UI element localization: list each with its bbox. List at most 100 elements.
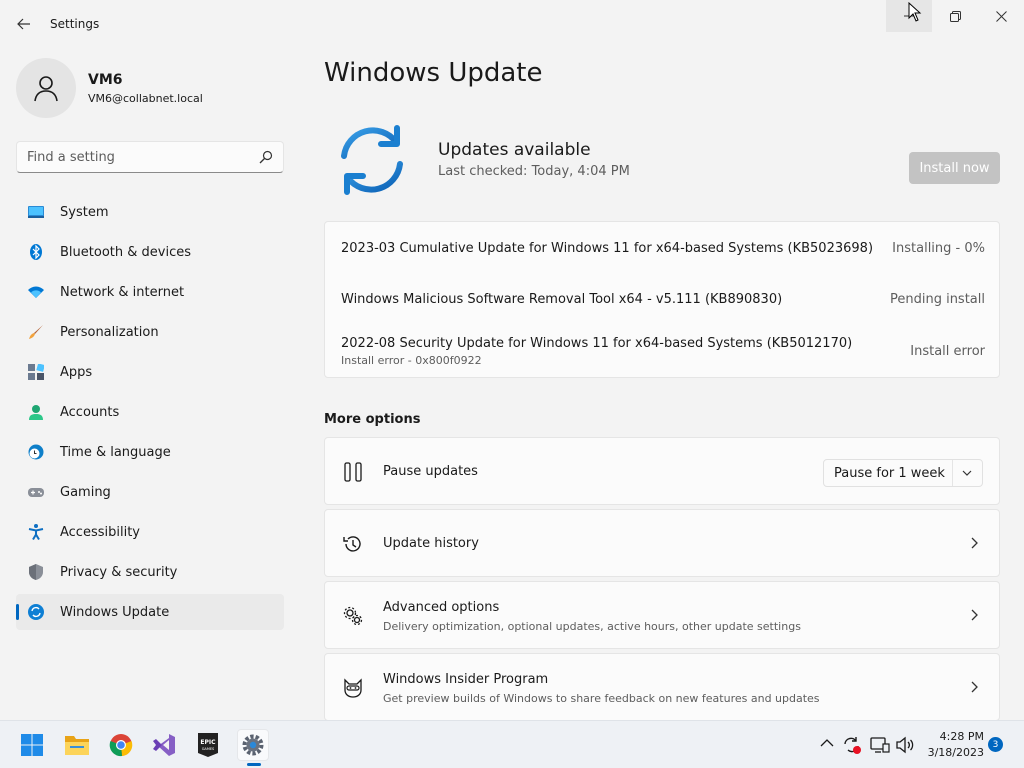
search-placeholder: Find a setting [27, 150, 115, 165]
profile-email: VM6@collabnet.local [88, 91, 203, 105]
sidebar-item-label: Bluetooth & devices [60, 245, 191, 260]
sidebar-item-windows-update[interactable]: Windows Update [16, 594, 284, 630]
active-app-indicator [247, 763, 261, 766]
person-icon [34, 76, 58, 102]
card-subtitle: Get preview builds of Windows to share f… [383, 692, 820, 705]
mouse-cursor-icon [908, 2, 922, 22]
page-title: Windows Update [324, 58, 543, 88]
taskbar: EPIC GAMES 4:28 PM 3/18/2023 3 [0, 720, 1024, 768]
sidebar-item-apps[interactable]: Apps [16, 354, 284, 390]
title-bar: Settings [0, 0, 1024, 48]
settings-window: Settings VM6 VM6@collabnet.local Find a … [0, 0, 1024, 720]
more-options-heading: More options [324, 412, 421, 427]
taskbar-file-explorer[interactable] [61, 729, 93, 761]
sidebar-item-accessibility[interactable]: Accessibility [16, 514, 284, 550]
update-error-detail: Install error - 0x800f0922 [341, 354, 482, 367]
search-input[interactable]: Find a setting [16, 141, 284, 173]
pause-updates-card: Pause updates Pause for 1 week [324, 437, 1000, 505]
sidebar-item-label: Apps [60, 365, 93, 380]
taskbar-epic-games[interactable]: EPIC GAMES [192, 729, 224, 761]
chevron-right-icon [971, 537, 978, 549]
history-icon [343, 536, 361, 552]
pause-duration-dropdown[interactable]: Pause for 1 week [823, 459, 983, 487]
sidebar-item-bluetooth[interactable]: Bluetooth & devices [16, 234, 284, 270]
sync-icon [341, 125, 403, 195]
taskbar-chrome[interactable] [105, 729, 137, 761]
sidebar-nav: System Bluetooth & devices Network & int… [16, 194, 284, 634]
sidebar-item-label: Accessibility [60, 525, 140, 540]
epic-games-icon: EPICGAMES [198, 733, 218, 757]
profile-name: VM6 [88, 71, 123, 88]
sidebar-item-network[interactable]: Network & internet [16, 274, 284, 310]
close-button[interactable] [978, 0, 1024, 32]
system-clock[interactable]: 4:28 PM 3/18/2023 [920, 729, 984, 761]
app-title: Settings [50, 17, 100, 31]
ninja-cat-icon [344, 678, 362, 698]
update-name: 2023-03 Cumulative Update for Windows 11… [341, 241, 874, 256]
insider-program-card[interactable]: Windows Insider Program Get preview buil… [324, 653, 1000, 720]
card-title: Pause updates [383, 464, 478, 479]
apps-icon [28, 364, 44, 380]
card-title: Update history [383, 536, 479, 551]
card-title: Windows Insider Program [383, 672, 549, 687]
svg-text:GAMES: GAMES [202, 747, 215, 751]
sidebar-item-label: Gaming [60, 485, 111, 500]
sidebar-item-label: Time & language [60, 445, 171, 460]
chevron-right-icon [971, 681, 978, 693]
maximize-button[interactable] [932, 0, 978, 32]
network-icon[interactable] [870, 735, 890, 755]
sidebar-item-accounts[interactable]: Accounts [16, 394, 284, 430]
volume-icon[interactable] [895, 735, 915, 755]
card-title: Advanced options [383, 600, 500, 615]
sync-icon [28, 604, 44, 620]
update-status: Updates available Last checked: Today, 4… [324, 118, 1000, 202]
sidebar-item-gaming[interactable]: Gaming [16, 474, 284, 510]
sidebar-item-privacy[interactable]: Privacy & security [16, 554, 284, 590]
sidebar-item-label: Accounts [60, 405, 120, 420]
sidebar-item-time-language[interactable]: Time & language [16, 434, 284, 470]
update-name: 2022-08 Security Update for Windows 11 f… [341, 336, 853, 351]
card-subtitle: Delivery optimization, optional updates,… [383, 620, 801, 633]
search-icon [259, 150, 273, 164]
sidebar-item-label: System [60, 205, 109, 220]
dropdown-value: Pause for 1 week [834, 466, 945, 481]
shield-icon [29, 564, 43, 580]
brush-icon [29, 325, 43, 339]
wifi-icon [28, 286, 44, 298]
start-button[interactable] [16, 729, 48, 761]
sidebar-item-label: Network & internet [60, 285, 185, 300]
last-checked-text: Last checked: Today, 4:04 PM [438, 164, 630, 179]
list-item: Windows Malicious Software Removal Tool … [341, 292, 985, 307]
sidebar-item-label: Windows Update [60, 605, 170, 620]
taskbar-visual-studio[interactable] [148, 729, 180, 761]
visual-studio-icon [153, 734, 175, 756]
gamepad-icon [28, 488, 44, 497]
taskbar-settings[interactable] [237, 729, 269, 761]
status-title: Updates available [438, 140, 591, 160]
update-history-card[interactable]: Update history [324, 509, 1000, 577]
sidebar-item-system[interactable]: System [16, 194, 284, 230]
clock-time: 4:28 PM [939, 730, 984, 743]
back-arrow-icon [17, 18, 30, 30]
update-status-text: Installing - 0% [892, 241, 985, 256]
update-status-text: Pending install [889, 292, 985, 307]
update-status-text: Install error [910, 344, 985, 359]
clock-globe-icon [28, 444, 44, 460]
list-item: 2023-03 Cumulative Update for Windows 11… [341, 241, 985, 256]
sidebar-item-personalization[interactable]: Personalization [16, 314, 284, 350]
bluetooth-icon [30, 244, 42, 260]
back-button[interactable] [12, 10, 36, 38]
sync-error-icon[interactable] [842, 735, 862, 755]
advanced-options-card[interactable]: Advanced options Delivery optimization, … [324, 581, 1000, 649]
chrome-icon [109, 734, 133, 757]
chevron-down-icon [962, 470, 972, 476]
accessibility-icon [28, 524, 44, 540]
chevron-up-icon[interactable] [820, 738, 834, 748]
sidebar-item-label: Personalization [60, 325, 159, 340]
list-item: 2022-08 Security Update for Windows 11 f… [341, 336, 985, 367]
system-icon [28, 206, 44, 218]
notification-badge[interactable]: 3 [988, 737, 1003, 752]
user-profile[interactable]: VM6 VM6@collabnet.local [16, 58, 203, 118]
pause-icon [344, 462, 362, 482]
install-now-button[interactable]: Install now [909, 152, 1000, 184]
